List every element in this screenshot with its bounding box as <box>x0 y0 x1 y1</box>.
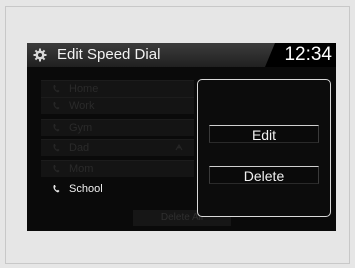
speed-dial-item-school[interactable]: School <box>41 181 194 197</box>
speed-dial-item-dad[interactable]: Dad <box>41 139 194 156</box>
delete-button[interactable]: Delete <box>209 166 319 184</box>
edit-button[interactable]: Edit <box>209 125 319 143</box>
phone-icon <box>53 124 60 132</box>
head-unit-screen: Edit Speed Dial 12:34 Home Work Gym Dad <box>27 43 336 231</box>
speed-dial-label: School <box>69 183 103 195</box>
speed-dial-item-home[interactable]: Home <box>41 80 194 97</box>
gear-icon[interactable] <box>33 48 47 62</box>
phone-icon <box>53 165 60 173</box>
page-title: Edit Speed Dial <box>57 46 161 63</box>
speed-dial-label: Gym <box>69 122 93 134</box>
speed-dial-item-work[interactable]: Work <box>41 97 194 114</box>
speed-dial-item-gym[interactable]: Gym <box>41 119 194 136</box>
phone-icon <box>53 144 60 152</box>
options-popup: Edit Delete <box>197 79 331 217</box>
speed-dial-label: Work <box>69 100 95 112</box>
speed-dial-label: Mom <box>69 163 94 175</box>
phone-icon <box>53 85 60 93</box>
speed-dial-item-mom[interactable]: Mom <box>41 160 194 177</box>
phone-icon <box>53 102 60 110</box>
clock: 12:34 <box>284 44 332 65</box>
voice-tag-icon <box>175 143 183 151</box>
speed-dial-label: Dad <box>69 142 90 154</box>
clock-panel: 12:34 <box>265 43 336 67</box>
phone-icon <box>53 185 60 193</box>
speed-dial-label: Home <box>69 83 99 95</box>
title-bar: Edit Speed Dial 12:34 <box>27 43 336 67</box>
